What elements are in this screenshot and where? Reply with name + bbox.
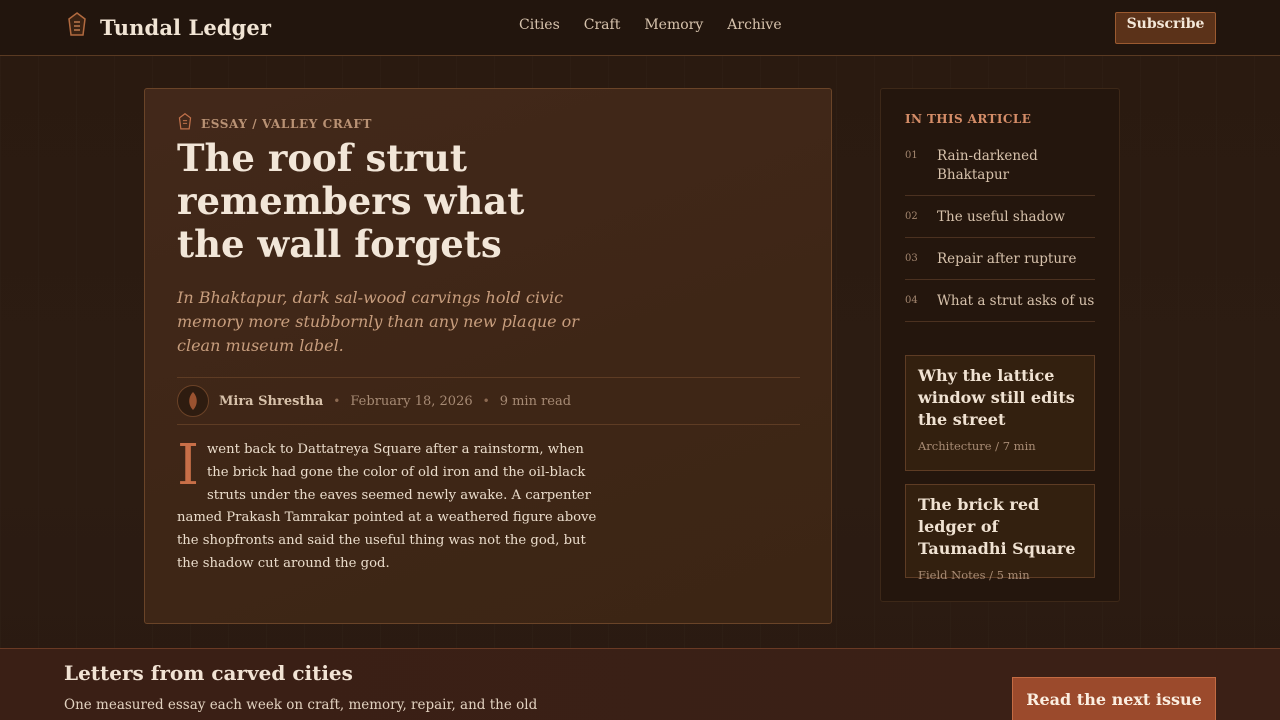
lantern-logo-icon [66,12,88,42]
toc-item[interactable]: 01 Rain-darkened Bhaktapur [905,147,1095,196]
subscribe-button[interactable]: Subscribe [1115,12,1216,44]
toc-item[interactable]: 04 What a strut asks of us [905,292,1095,322]
toc-item[interactable]: 03 Repair after rupture [905,250,1095,280]
toc-number: 03 [905,253,918,264]
newsletter-title: Letters from carved cities [64,661,353,685]
table-of-contents: 01 Rain-darkened Bhaktapur 02 The useful… [905,147,1095,334]
related-article-card[interactable]: Why the lattice window still edits the s… [905,355,1095,471]
toc-label: What a strut asks of us [937,293,1095,309]
author-avatar[interactable] [177,385,209,417]
related-article-title: The brick red ledger of Taumadhi Square [918,495,1076,558]
toc-item[interactable]: 02 The useful shadow [905,208,1095,238]
lantern-kicker-icon [177,112,193,135]
toc-label: The useful shadow [937,209,1065,225]
article-sidebar: IN THIS ARTICLE 01 Rain-darkened Bhaktap… [880,88,1120,602]
article-card: ESSAY / VALLEY CRAFT The roof strut reme… [144,88,832,624]
nav-link-cities[interactable]: Cities [519,17,560,33]
related-article-title: Why the lattice window still edits the s… [918,366,1075,429]
author-name[interactable]: Mira Shrestha [219,394,323,409]
publish-date: February 18, 2026 [350,393,473,409]
read-next-issue-button[interactable]: Read the next issue [1012,677,1216,720]
article-body: I went back to Dattatreya Square after a… [177,433,607,576]
toc-heading: IN THIS ARTICLE [905,112,1032,126]
article-kicker: ESSAY / VALLEY CRAFT [177,112,372,135]
meta-separator: • [333,394,341,408]
drop-cap: I [177,433,200,498]
brand[interactable]: Tundal Ledger [66,12,271,42]
nav-link-craft[interactable]: Craft [584,17,621,33]
toc-number: 02 [905,211,918,222]
toc-number: 01 [905,150,918,161]
related-article-meta: Field Notes / 5 min [918,568,1030,582]
newsletter-description: One measured essay each week on craft, m… [64,697,538,713]
kicker-label: ESSAY / VALLEY CRAFT [201,117,372,131]
toc-number: 04 [905,295,918,306]
nav-link-archive[interactable]: Archive [727,17,781,33]
nav-link-memory[interactable]: Memory [644,17,703,33]
related-article-meta: Architecture / 7 min [918,439,1036,453]
article-paragraph: went back to Dattatreya Square after a r… [177,442,597,571]
toc-label: Rain-darkened Bhaktapur [937,148,1038,183]
main-nav: Cities Craft Memory Archive [519,17,782,33]
brand-title: Tundal Ledger [100,14,272,40]
article-dek: In Bhaktapur, dark sal-wood carvings hol… [177,288,579,355]
meta-separator: • [482,394,490,408]
byline: Mira Shrestha • February 18, 2026 • 9 mi… [177,377,800,425]
top-navigation-bar: Tundal Ledger Cities Craft Memory Archiv… [0,0,1280,56]
article-headline: The roof strut remembers what the wall f… [177,136,525,266]
read-time: 9 min read [499,393,572,409]
newsletter-band: Letters from carved cities One measured … [0,648,1280,720]
related-article-card[interactable]: The brick red ledger of Taumadhi Square … [905,484,1095,582]
toc-label: Repair after rupture [937,251,1077,267]
